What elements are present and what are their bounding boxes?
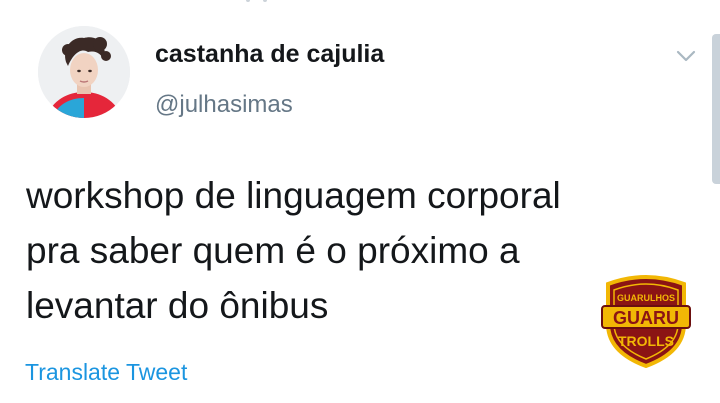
chevron-down-icon[interactable]: [674, 44, 698, 68]
svg-text:TROLLS: TROLLS: [618, 333, 674, 349]
avatar-photo: [38, 26, 130, 118]
guarutrolls-watermark-logo: GUARULHOS GUARU TROLLS: [601, 275, 691, 368]
scrollbar[interactable]: [712, 34, 720, 184]
tweet-text-line: levantar do ônibus: [26, 285, 329, 326]
author-display-name[interactable]: castanha de cajulia: [155, 40, 384, 69]
author-handle[interactable]: @julhasimas: [155, 91, 293, 119]
previous-tweet-edge: [0, 0, 720, 6]
tweet-text: workshop de linguagem corporal pra saber…: [26, 168, 686, 333]
tweet-text-line: workshop de linguagem corporal: [26, 175, 561, 216]
translate-tweet-link[interactable]: Translate Tweet: [25, 359, 187, 386]
tweet-text-line: pra saber quem é o próximo a: [26, 230, 520, 271]
svg-text:GUARU: GUARU: [613, 308, 679, 328]
svg-text:GUARULHOS: GUARULHOS: [617, 293, 675, 303]
avatar[interactable]: [38, 26, 130, 118]
